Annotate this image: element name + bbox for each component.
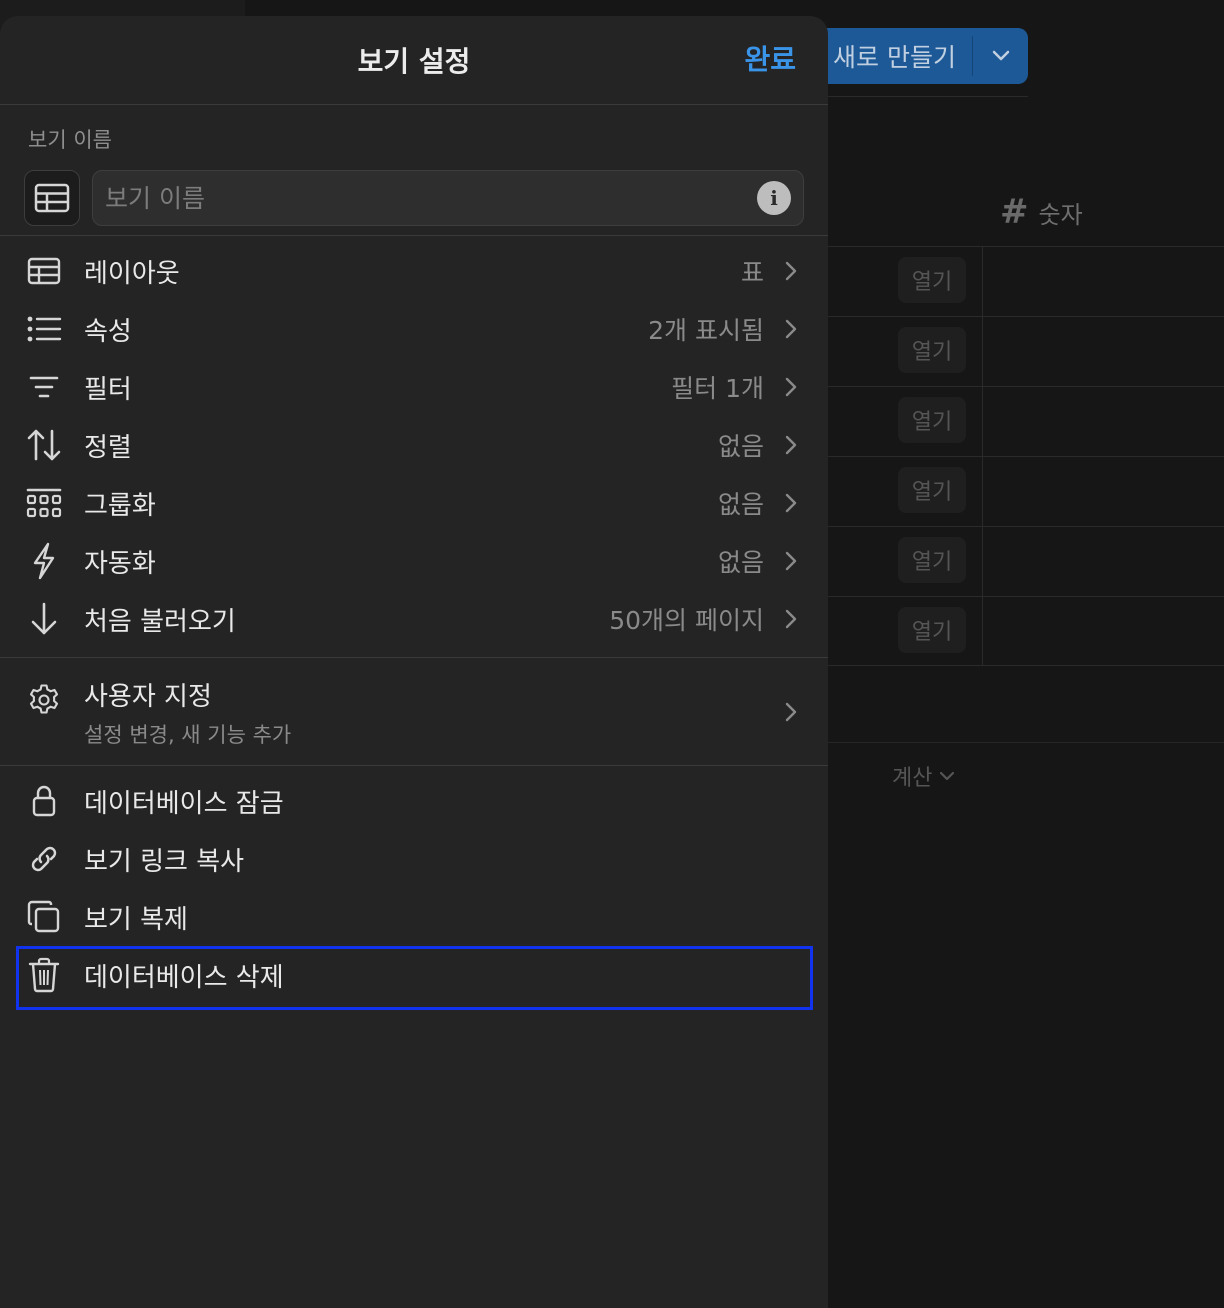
- divider: [0, 657, 828, 658]
- customize-sublabel: 설정 변경, 새 기능 추가: [84, 722, 292, 747]
- lock-icon: [22, 779, 66, 823]
- table-row: 열기: [828, 526, 1224, 596]
- setting-row-group[interactable]: 그룹화 없음: [0, 474, 828, 532]
- customize-label: 사용자 지정: [84, 681, 212, 712]
- table-row: 열기: [828, 456, 1224, 526]
- setting-value: 2개 표시됨: [648, 316, 764, 345]
- setting-row-automation[interactable]: 자동화 없음: [0, 532, 828, 590]
- setting-label: 속성: [84, 316, 132, 347]
- open-chip[interactable]: 열기: [898, 537, 966, 583]
- action-label: 보기 복제: [84, 904, 188, 935]
- column-header-number[interactable]: # 숫자: [1000, 192, 1083, 232]
- setting-row-initial-load[interactable]: 처음 불러오기 50개의 페이지: [0, 590, 828, 648]
- info-icon[interactable]: i: [757, 181, 791, 215]
- duplicate-icon: [22, 895, 66, 939]
- setting-value: 없음: [717, 432, 764, 461]
- chevron-right-icon: [778, 434, 804, 456]
- setting-label: 정렬: [84, 432, 132, 463]
- table-icon: [34, 183, 70, 213]
- customize-texts: 사용자 지정 설정 변경, 새 기능 추가: [84, 676, 291, 749]
- gear-icon: [22, 678, 66, 722]
- setting-value: 필터 1개: [671, 374, 764, 403]
- table-row: 열기: [828, 246, 1224, 316]
- focus-highlight: [16, 946, 813, 1010]
- view-icon-button[interactable]: [24, 170, 80, 226]
- filter-icon: [22, 365, 66, 409]
- chevron-right-icon: [778, 318, 804, 340]
- view-name-input[interactable]: [105, 183, 757, 213]
- table-row: 열기: [828, 316, 1224, 386]
- action-duplicate-view[interactable]: 보기 복제: [0, 888, 828, 946]
- setting-value: 표: [740, 258, 764, 287]
- action-copy-view-link[interactable]: 보기 링크 복사: [0, 830, 828, 888]
- setting-row-sort[interactable]: 정렬 없음: [0, 416, 828, 474]
- customize-row[interactable]: 사용자 지정 설정 변경, 새 기능 추가: [0, 664, 828, 760]
- setting-label: 처음 불러오기: [84, 606, 236, 637]
- group-icon: [22, 481, 66, 525]
- setting-label: 자동화: [84, 548, 156, 579]
- setting-value: 없음: [717, 490, 764, 519]
- chevron-right-icon: [778, 260, 804, 282]
- sort-icon: [22, 423, 66, 467]
- action-label: 데이터베이스 잠금: [84, 788, 284, 819]
- table-row: 열기: [828, 596, 1224, 666]
- hash-icon: #: [1000, 192, 1029, 232]
- setting-row-layout[interactable]: 레이아웃 표: [0, 242, 828, 300]
- chevron-down-icon: [992, 50, 1009, 61]
- chevron-right-icon: [778, 492, 804, 514]
- view-name-field: i: [92, 170, 804, 226]
- chevron-right-icon: [778, 608, 804, 630]
- table-icon: [22, 249, 66, 293]
- table-footer-divider: [828, 742, 1224, 743]
- open-chip[interactable]: 열기: [898, 327, 966, 373]
- open-chip[interactable]: 열기: [898, 397, 966, 443]
- setting-label: 그룹화: [84, 490, 156, 521]
- new-button-dropdown[interactable]: [973, 28, 1028, 84]
- new-button-group: 새로 만들기: [800, 28, 1028, 84]
- setting-label: 필터: [84, 374, 132, 405]
- divider: [0, 765, 828, 766]
- lightning-icon: [22, 539, 66, 583]
- background-divider: [828, 96, 1028, 97]
- setting-row-filter[interactable]: 필터 필터 1개: [0, 358, 828, 416]
- list-icon: [22, 307, 66, 351]
- open-chip[interactable]: 열기: [898, 257, 966, 303]
- action-label: 보기 링크 복사: [84, 846, 245, 877]
- divider: [0, 235, 828, 236]
- column-header-label: 숫자: [1038, 200, 1083, 229]
- sheet-header: 보기 설정 완료: [0, 16, 828, 105]
- sheet-title: 보기 설정: [357, 45, 471, 78]
- view-settings-sheet: 보기 설정 완료 보기 이름 i 레이아웃 표 속성 2개 표시됨: [0, 16, 828, 1308]
- calculate-label: 계산: [892, 766, 933, 791]
- setting-label: 레이아웃: [84, 258, 180, 289]
- arrow-down-icon: [22, 597, 66, 641]
- table-column-divider: [982, 246, 983, 666]
- action-lock-database[interactable]: 데이터베이스 잠금: [0, 772, 828, 830]
- open-chip[interactable]: 열기: [898, 467, 966, 513]
- background-table: 열기 열기 열기 열기 열기 열기: [828, 246, 1224, 666]
- chevron-right-icon: [778, 376, 804, 398]
- setting-value: 없음: [717, 548, 764, 577]
- table-row: 열기: [828, 386, 1224, 456]
- calculate-dropdown[interactable]: 계산: [892, 760, 956, 792]
- view-name-section-label: 보기 이름: [28, 128, 112, 152]
- done-button[interactable]: 완료: [744, 38, 796, 78]
- chevron-right-icon: [778, 701, 804, 723]
- chevron-down-icon: [940, 771, 955, 781]
- chevron-right-icon: [778, 550, 804, 572]
- open-chip[interactable]: 열기: [898, 607, 966, 653]
- setting-row-properties[interactable]: 속성 2개 표시됨: [0, 300, 828, 358]
- link-icon: [22, 837, 66, 881]
- setting-value: 50개의 페이지: [609, 606, 764, 635]
